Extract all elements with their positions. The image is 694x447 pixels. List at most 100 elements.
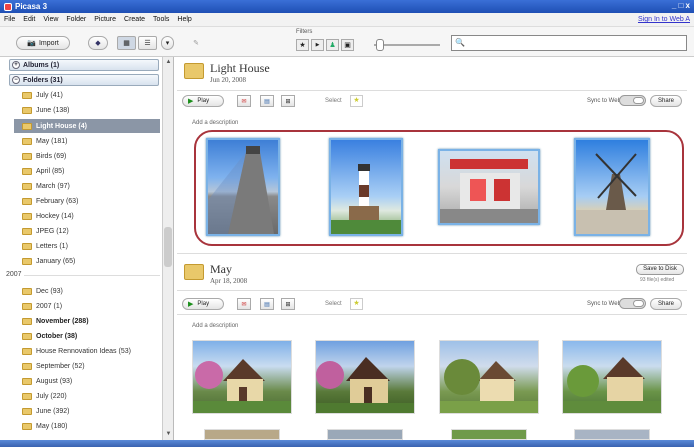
photo-thumbnail[interactable] [439,340,539,414]
sync-to-web-label: Sync to Web [587,301,621,307]
album-header-light-house: Light House Jun 20, 2008 [177,57,687,89]
add-description[interactable]: Add a description [192,323,238,329]
folder-icon [22,362,32,370]
photo-thumbnail[interactable] [329,138,403,236]
add-description[interactable]: Add a description [192,120,238,126]
upload-button[interactable]: ▤ [260,298,274,310]
folder-item[interactable]: June (138) [14,104,160,116]
album-title[interactable]: May [210,262,232,277]
email-icon: ✉ [241,98,247,105]
select-star-button[interactable]: ★ [350,95,363,107]
sidebar-scrollbar[interactable]: ▲ ▼ [162,57,173,440]
house-photo-3 [440,359,538,413]
share-button[interactable]: Share [650,298,682,310]
window-controls[interactable]: _ □ x [672,1,690,10]
play-slideshow-button[interactable]: ▶ Play [182,298,224,310]
menu-edit[interactable]: Edit [23,16,35,23]
photo-thumbnail[interactable] [206,138,280,236]
folder-item[interactable]: Dec (93) [14,285,160,297]
email-button[interactable]: ✉ [237,298,251,310]
folder-item[interactable]: July (41) [14,89,160,101]
scroll-down-arrow-icon[interactable]: ▼ [163,429,173,439]
grid-icon: ▦ [123,40,130,47]
photo-thumbnail[interactable] [574,138,650,236]
folder-label: Light House (4) [36,122,87,130]
folder-item[interactable]: June (392) [14,405,160,417]
menu-folder[interactable]: Folder [66,16,86,23]
collapse-icon[interactable]: − [12,76,20,84]
menu-help[interactable]: Help [177,16,191,23]
expand-icon[interactable]: + [12,61,20,69]
view-options-dropdown[interactable]: ▾ [161,36,174,50]
menu-picture[interactable]: Picture [94,16,116,23]
edit-tool-button[interactable]: ✎ [185,36,207,50]
sync-toggle[interactable] [619,95,646,106]
menu-view[interactable]: View [43,16,58,23]
scroll-up-arrow-icon[interactable]: ▲ [163,57,173,67]
sign-in-link[interactable]: Sign In to Web A [638,16,690,23]
folder-item-selected[interactable]: Light House (4) [14,119,160,133]
save-to-disk-button[interactable]: Save to Disk [636,264,684,275]
folder-icon [22,197,32,205]
menu-tools[interactable]: Tools [153,16,169,23]
video-icon: ▶ [315,42,320,48]
folder-item[interactable]: November (288) [14,315,160,327]
folder-item[interactable]: 2007 (1) [14,300,160,312]
import-button[interactable]: 📷 Import [16,36,70,50]
house-photo-2 [316,357,414,413]
filter-people-button[interactable]: ♟ [326,39,339,51]
email-button[interactable]: ✉ [237,95,251,107]
albums-section-header[interactable]: + Albums (1) [9,59,159,71]
folder-item[interactable]: August (93) [14,375,160,387]
photo-thumbnail[interactable] [438,149,540,225]
folder-item[interactable]: January (65) [14,255,160,267]
menu-create[interactable]: Create [124,16,145,23]
folder-item[interactable]: May (180) [14,420,160,432]
search-input[interactable] [466,37,684,49]
window-title: Picasa 3 [15,2,48,11]
filter-starred-button[interactable]: ★ [296,39,309,51]
album-title[interactable]: Light House [210,61,270,76]
photo-thumbnail[interactable] [451,429,527,440]
folder-item[interactable]: October (38) [14,330,160,342]
folder-item[interactable]: Hockey (14) [14,210,160,222]
folder-item[interactable]: September (52) [14,360,160,372]
photo-thumbnail[interactable] [574,429,650,440]
upload-icon: ▤ [264,98,270,105]
collage-button[interactable]: ⊞ [281,298,295,310]
folder-item[interactable]: Letters (1) [14,240,160,252]
photo-thumbnail[interactable] [562,340,662,414]
filter-video-button[interactable]: ▶ [311,39,324,51]
folder-item[interactable]: House Rennovation Ideas (53) [14,345,160,357]
collage-button[interactable]: ⊞ [281,95,295,107]
photo-thumbnail[interactable] [192,340,292,414]
play-slideshow-button[interactable]: ▶ Play [182,95,224,107]
folder-item[interactable]: February (63) [14,195,160,207]
time-slider-thumb[interactable] [376,39,384,51]
album-folder-icon [184,63,204,79]
folder-item[interactable]: April (85) [14,165,160,177]
folder-item[interactable]: JPEG (12) [14,225,160,237]
view-list-button[interactable]: ☰ [138,36,157,50]
folder-item[interactable]: July (220) [14,390,160,402]
select-star-button[interactable]: ★ [350,298,363,310]
photo-thumbnail[interactable] [327,429,403,440]
sync-toggle[interactable] [619,298,646,309]
menu-file[interactable]: File [4,16,15,23]
scroll-thumb[interactable] [164,227,172,267]
view-thumbnails-button[interactable]: ▦ [117,36,136,50]
play-label: Play [197,98,210,104]
folders-section-header[interactable]: − Folders (31) [9,74,159,86]
share-button[interactable]: Share [650,95,682,107]
upload-button[interactable]: ▤ [260,95,274,107]
photo-thumbnail[interactable] [315,340,415,414]
folders-label: Folders (31) [23,76,63,84]
folder-item[interactable]: May (181) [14,135,160,147]
filter-geotag-button[interactable]: ▣ [341,39,354,51]
folder-label: February (63) [36,197,79,205]
search-box[interactable]: 🔍 [451,35,687,51]
people-button[interactable]: ◆ [88,36,108,50]
folder-item[interactable]: Birds (69) [14,150,160,162]
photo-thumbnail[interactable] [204,429,280,440]
folder-item[interactable]: March (97) [14,180,160,192]
